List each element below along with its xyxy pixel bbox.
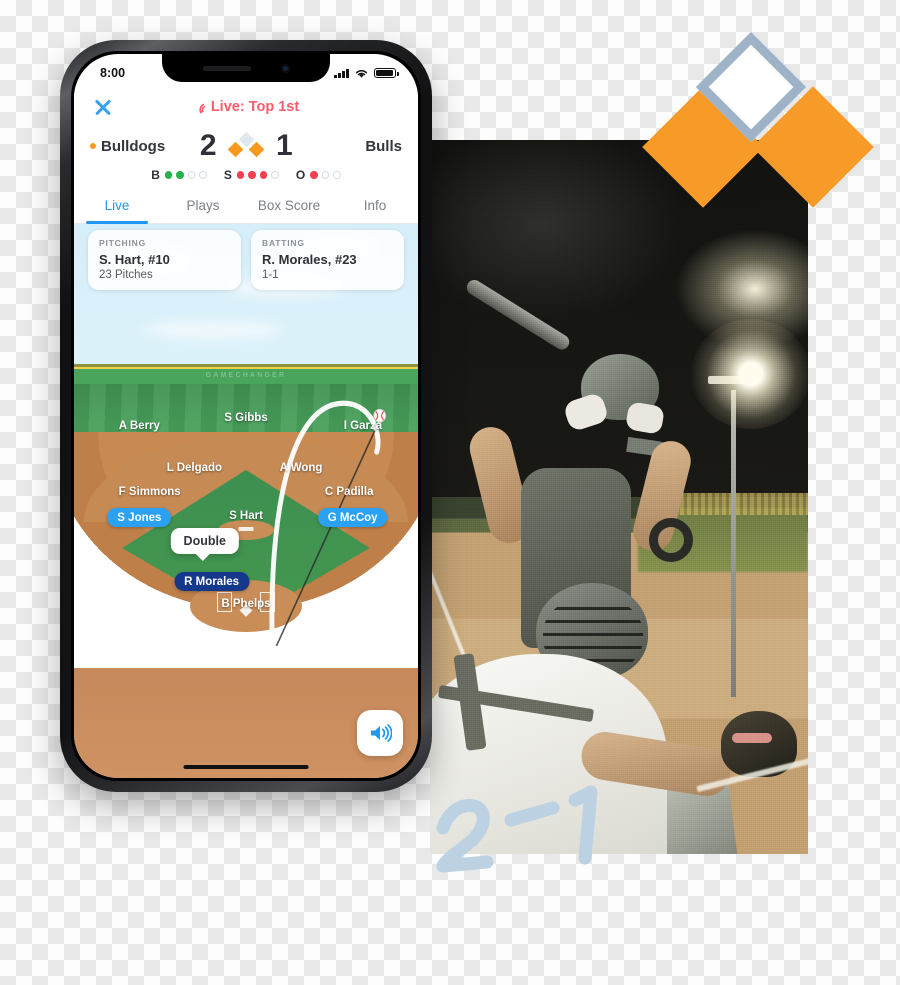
count-pip	[176, 171, 184, 179]
tab-box-score[interactable]: Box Score	[246, 188, 332, 223]
wifi-icon	[355, 69, 368, 78]
count-pip	[187, 171, 196, 179]
count-label: S	[223, 168, 232, 182]
possession-dot-icon	[90, 143, 96, 149]
card-eyebrow: BATTING	[262, 238, 305, 248]
field-watermark: GAMECHANGER	[205, 372, 287, 379]
count-pip	[164, 171, 173, 179]
earpiece-speaker-icon	[202, 65, 251, 71]
count-pip	[310, 171, 318, 179]
live-label: Live: Top 1st	[210, 99, 300, 115]
home-indicator	[183, 764, 309, 769]
close-icon[interactable]	[92, 96, 114, 118]
live-status-badge: Live: Top 1st	[193, 99, 299, 115]
fielder-label[interactable]: S Gibbs	[224, 412, 267, 424]
away-team-name: Bulldogs	[101, 137, 166, 155]
fielder-label[interactable]: I Garza	[344, 420, 382, 432]
fielder-label[interactable]: S Hart	[229, 510, 263, 522]
photo-stadium-light-glow	[690, 318, 808, 429]
tab-live[interactable]: Live	[74, 188, 160, 224]
speaker-wave-icon	[371, 724, 392, 742]
base-third	[227, 141, 244, 158]
card-player-name: R. Morales, #23	[262, 252, 357, 267]
count-group-s: S	[224, 168, 279, 182]
home-score: 1	[276, 129, 293, 162]
tab-info[interactable]: Info	[332, 188, 418, 223]
broadcast-icon	[199, 103, 206, 113]
cloud-4	[142, 320, 283, 340]
status-indicators	[334, 67, 399, 79]
baseball-night-photo	[430, 140, 808, 854]
matchup-card: BATTING R. Morales, #23 1-1	[251, 230, 404, 290]
runner-chip[interactable]: G McCoy	[317, 508, 388, 527]
home-team-name: Bulls	[365, 137, 402, 155]
card-detail: 23 Pitches	[99, 269, 153, 281]
card-eyebrow: PITCHING	[99, 238, 147, 248]
battery-icon	[374, 67, 399, 79]
cellular-bars-icon	[334, 68, 349, 78]
runner-chip[interactable]: S Jones	[107, 508, 172, 527]
card-player-name: S. Hart, #10	[99, 252, 170, 267]
tab-bar: Live Plays Box Score Info	[74, 188, 418, 224]
fielder-label[interactable]: F Simmons	[119, 486, 181, 498]
live-field-view: GAMECHANGER A Berry S Gibbs I Garza L De…	[74, 224, 418, 778]
score-row: Bulldogs 2 1 Bulls	[74, 124, 418, 164]
photo-catcher-mitt-web	[732, 732, 773, 743]
screenshot-root: 8:00 Live: Top 1st Bulldogs 2 1 Bulls B …	[0, 0, 900, 985]
bases-diamond-indicator	[227, 131, 265, 159]
count-pip	[271, 171, 279, 179]
count-pip	[248, 171, 256, 179]
photo-light-pole	[730, 389, 736, 697]
matchup-cards: PITCHING S. Hart, #10 23 Pitches BATTING R. …	[74, 230, 418, 290]
runner-chip[interactable]: R Morales	[174, 572, 250, 591]
count-pip	[236, 171, 245, 179]
card-detail: 1-1	[262, 269, 279, 281]
phone-notch	[162, 54, 330, 82]
count-label: B	[151, 168, 160, 182]
fielder-label[interactable]: B Phelps	[221, 598, 270, 610]
phone-screen: 8:00 Live: Top 1st Bulldogs 2 1 Bulls B …	[74, 54, 418, 778]
count-pip	[321, 171, 330, 179]
count-label: O	[295, 168, 306, 182]
fielder-label[interactable]: A Berry	[119, 420, 160, 432]
fielder-label[interactable]: L Delgado	[167, 462, 222, 474]
count-indicator-row: BSO	[74, 164, 418, 188]
tab-plays[interactable]: Plays	[160, 188, 246, 223]
base-first	[248, 141, 265, 158]
home-team: Bulls	[292, 138, 402, 155]
count-group-o: O	[296, 168, 341, 182]
phone-bezel: 8:00 Live: Top 1st Bulldogs 2 1 Bulls B …	[71, 51, 421, 781]
play-result-callout: Double	[170, 528, 239, 561]
game-header: Live: Top 1st Bulldogs 2 1 Bulls B S O L…	[74, 86, 418, 224]
fielder-label[interactable]: A Wong	[280, 462, 323, 474]
count-pip	[333, 171, 341, 179]
fielder-label[interactable]: C Padilla	[325, 486, 374, 498]
count-pip	[259, 171, 268, 179]
pitching-rubber	[238, 527, 254, 531]
sound-toggle-button[interactable]	[357, 710, 403, 756]
status-time: 8:00	[100, 66, 126, 80]
front-camera-icon	[280, 63, 290, 73]
matchup-card: PITCHING S. Hart, #10 23 Pitches	[88, 230, 241, 290]
count-group-b: B	[151, 168, 207, 182]
away-score: 2	[199, 129, 217, 162]
play-result-label: Double	[183, 534, 226, 548]
header-top-row: Live: Top 1st	[74, 90, 418, 124]
away-team: Bulldogs	[90, 138, 200, 155]
count-pip	[199, 171, 207, 179]
iphone-device-frame: 8:00 Live: Top 1st Bulldogs 2 1 Bulls B …	[60, 40, 432, 792]
